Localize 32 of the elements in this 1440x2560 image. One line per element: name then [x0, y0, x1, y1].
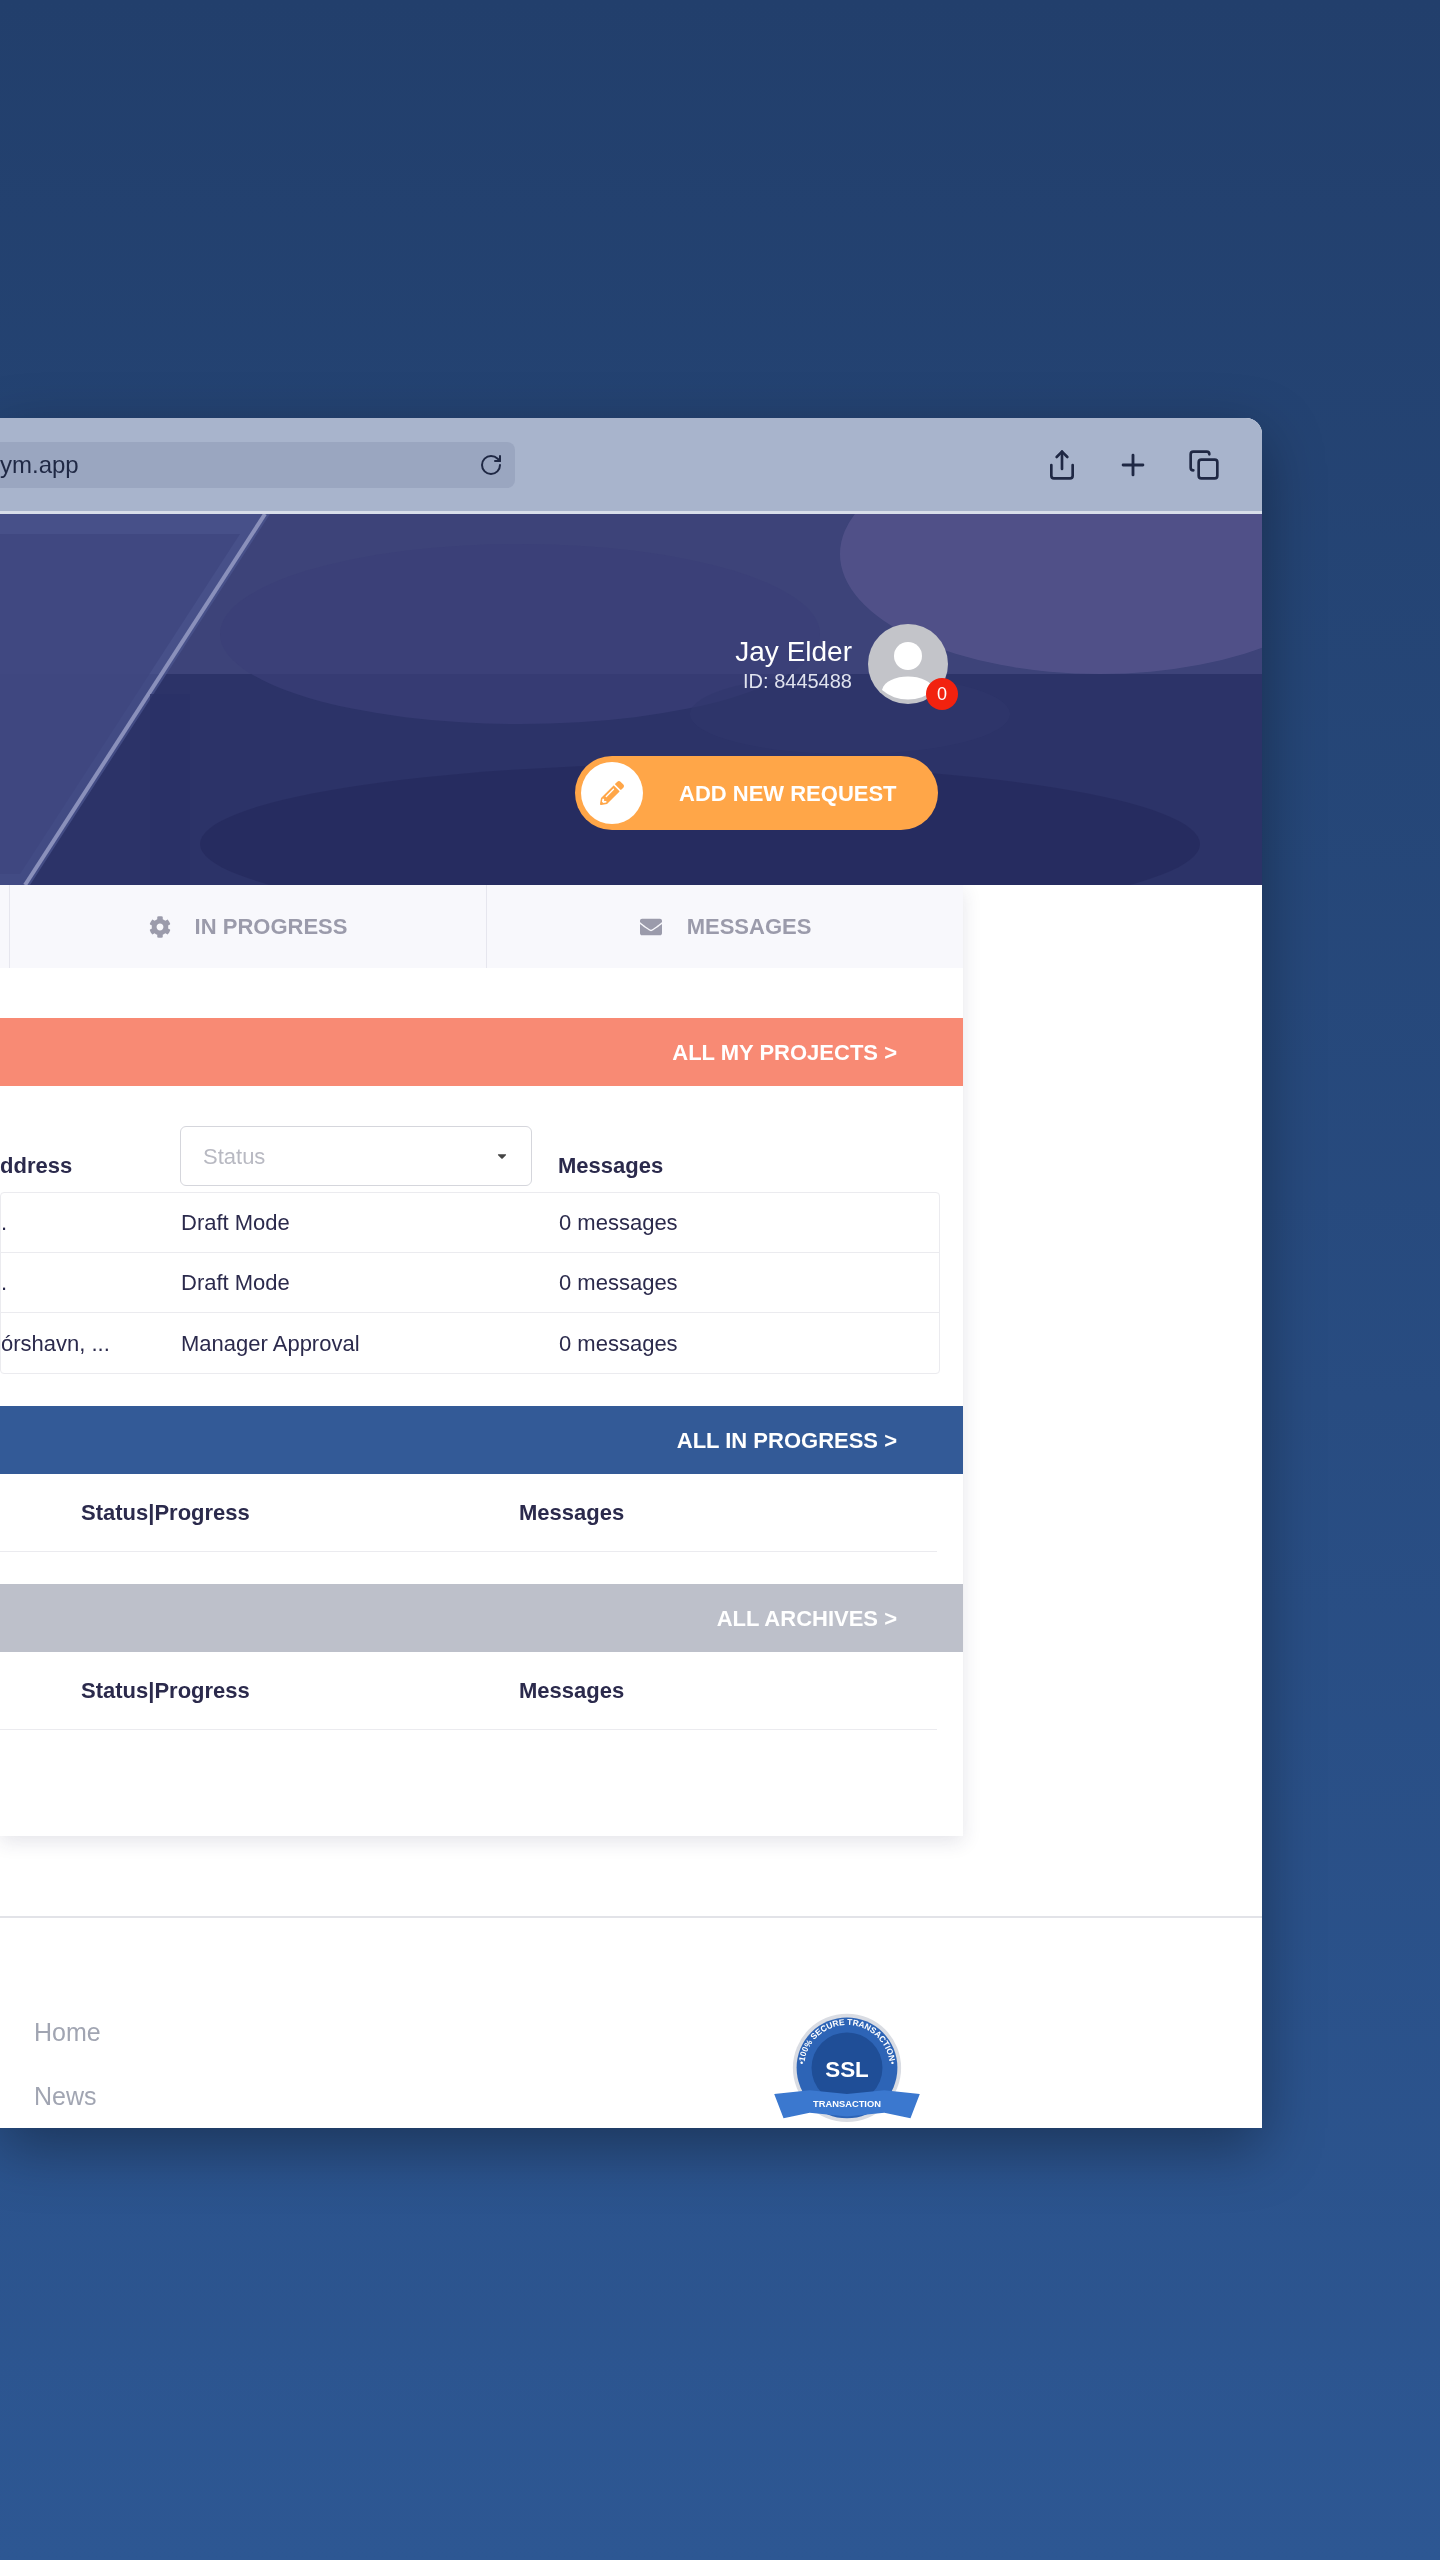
section-link[interactable]: ALL IN PROGRESS >: [676, 1423, 897, 1457]
column-header: ddress: [0, 1153, 73, 1178]
table-cell: 0 messages: [559, 1270, 678, 1295]
gear-icon: [148, 915, 171, 938]
table-cell: Draft Mode: [181, 1210, 290, 1235]
user-name: Jay Elder: [735, 635, 852, 669]
table-cell: Draft Mode: [181, 1270, 290, 1295]
address-bar[interactable]: ym.app: [0, 441, 515, 488]
footer-link[interactable]: Home: [34, 2014, 772, 2052]
tab[interactable]: MESSAGES: [487, 885, 963, 968]
tab[interactable]: IN PROGRESS: [10, 885, 487, 968]
column-header: Messages: [519, 1500, 625, 1525]
avatar-icon[interactable]: [868, 624, 948, 704]
column-header: Status|Progress: [81, 1500, 250, 1525]
table-cell: 0 messages: [559, 1210, 678, 1235]
section-link[interactable]: ALL MY PROJECTS >: [672, 1035, 897, 1069]
table-cell: 0 messages: [559, 1330, 678, 1356]
tabs-icon[interactable]: [1188, 448, 1220, 481]
column-header: Status|Progress: [81, 1678, 250, 1703]
column-header: Messages: [519, 1678, 625, 1703]
table-cell: órshavn, ...: [1, 1330, 110, 1356]
section-link[interactable]: ALL ARCHIVES >: [716, 1601, 897, 1635]
column-header: Messages: [558, 1153, 664, 1178]
table-cell: Manager Approval: [181, 1330, 360, 1356]
status-select[interactable]: Status: [180, 1126, 532, 1186]
table-cell: .: [1, 1270, 8, 1295]
reload-icon[interactable]: [479, 452, 503, 477]
pencil-icon: [600, 781, 624, 805]
footer-link[interactable]: News: [34, 2077, 772, 2115]
add-request-button[interactable]: ADD NEW REQUEST: [575, 756, 938, 830]
table-cell: .: [1, 1210, 8, 1235]
user-id: ID: 8445488: [743, 669, 852, 694]
